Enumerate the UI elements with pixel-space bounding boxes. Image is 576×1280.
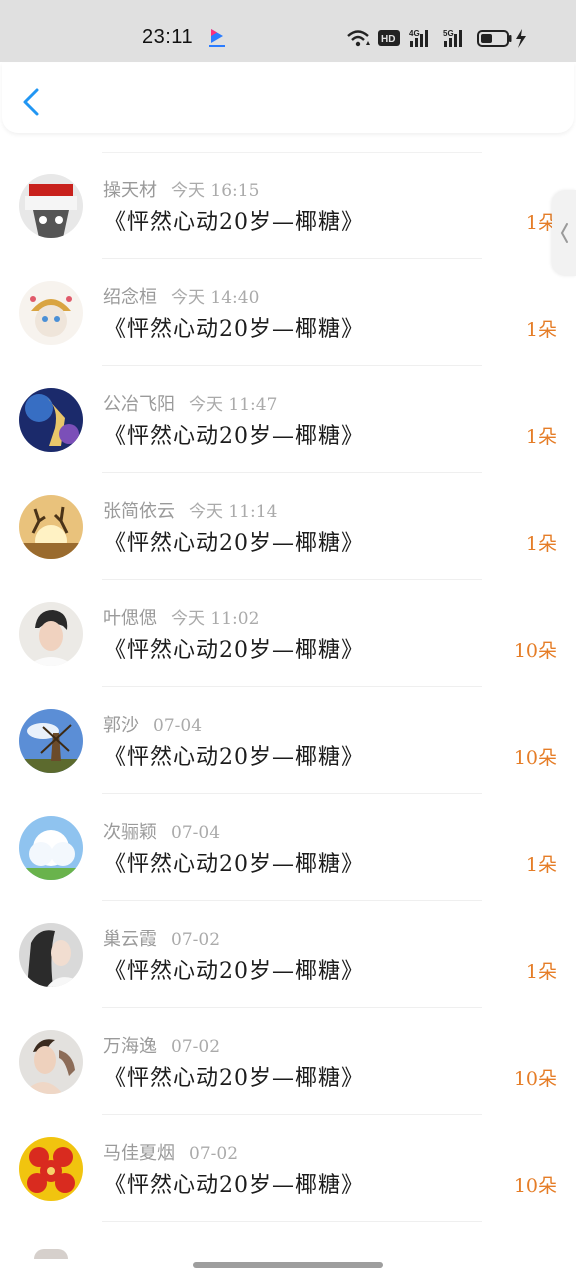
svg-text:4G: 4G [409,29,420,38]
sent-time: 今天 14:40 [171,288,260,308]
gift-amount: 10朵 [513,1175,557,1197]
sent-time: 今天 11:47 [189,395,278,415]
sender-line: 张简依云 今天 11:14 [103,497,278,522]
sender-line: 操天材 今天 16:15 [103,176,260,201]
avatar [19,709,83,773]
sent-time: 07-04 [153,716,203,736]
avatar [19,816,83,880]
gift-title: 《怦然心动20岁—椰糖》 [104,1173,364,1198]
chevron-left-icon[interactable] [16,85,48,119]
list-item[interactable]: 叶偲偲 今天 11:02 《怦然心动20岁—椰糖》 10朵 [0,580,576,687]
sender-line: 绍念桓 今天 14:40 [103,283,260,308]
sent-time: 07-02 [189,1144,239,1164]
gift-amount: 1朵 [525,319,557,341]
avatar [19,281,83,345]
sent-time: 07-04 [171,823,221,843]
sender-name: 张简依云 [103,501,175,522]
sender-name: 万海逸 [103,1036,157,1057]
gift-title: 《怦然心动20岁—椰糖》 [104,424,364,449]
sender-line: 公冶飞阳 今天 11:47 [103,390,278,415]
sent-time: 今天 16:15 [171,181,260,201]
sender-name: 绍念桓 [103,287,157,308]
svg-text:HD: HD [381,34,395,45]
avatar [19,602,83,666]
gift-title: 《怦然心动20岁—椰糖》 [104,745,364,770]
charging-icon [516,29,526,48]
battery-icon [477,30,512,47]
sender-name: 巢云霞 [103,929,157,950]
list-item[interactable]: 公冶飞阳 今天 11:47 《怦然心动20岁—椰糖》 1朵 [0,366,576,473]
gift-title: 《怦然心动20岁—椰糖》 [104,210,364,235]
hd-icon: HD [378,30,400,46]
gift-amount: 1朵 [525,533,557,555]
nav-bar [2,63,574,133]
youku-app-icon [209,29,225,47]
sender-line: 巢云霞 07-02 [103,925,221,950]
gift-title: 《怦然心动20岁—椰糖》 [104,317,364,342]
gift-amount: 1朵 [525,854,557,876]
gift-title: 《怦然心动20岁—椰糖》 [104,1066,364,1091]
gift-amount: 10朵 [513,1068,557,1090]
gift-amount: 10朵 [513,747,557,769]
sender-line: 万海逸 07-02 [103,1032,221,1057]
gift-title: 《怦然心动20岁—椰糖》 [104,531,364,556]
avatar [19,388,83,452]
list-item[interactable]: 绍念桓 今天 14:40 《怦然心动20岁—椰糖》 1朵 [0,259,576,366]
sender-name: 次骊颖 [103,822,157,843]
gift-amount: 1朵 [525,426,557,448]
avatar [19,1030,83,1094]
sent-time: 07-02 [171,1037,221,1057]
sender-name: 郭沙 [103,715,139,736]
sender-name: 操天材 [103,180,157,201]
gift-amount: 1朵 [525,961,557,983]
avatar [34,1249,68,1259]
list-item[interactable]: 巢云霞 07-02 《怦然心动20岁—椰糖》 1朵 [0,901,576,1008]
list-item[interactable]: 操天材 今天 16:15 《怦然心动20岁—椰糖》 1朵 [0,152,576,259]
list-item[interactable]: 张简依云 今天 11:14 《怦然心动20岁—椰糖》 1朵 [0,473,576,580]
sent-time: 今天 11:14 [189,502,278,522]
status-time: 23:11 [142,26,194,48]
status-icons: HD 4G 5G [347,29,526,48]
wifi-icon [347,30,370,47]
list-item[interactable]: 马佳夏烟 07-02 《怦然心动20岁—椰糖》 10朵 [0,1115,576,1222]
svg-text:5G: 5G [443,29,454,38]
sender-name: 马佳夏烟 [103,1143,175,1164]
4g-signal-icon: 4G [409,29,428,47]
avatar [19,1137,83,1201]
chevron-left-icon [560,223,568,243]
list-item[interactable]: 万海逸 07-02 《怦然心动20岁—椰糖》 10朵 [0,1008,576,1115]
sender-name: 公冶飞阳 [103,394,175,415]
sender-line: 马佳夏烟 07-02 [103,1139,239,1164]
avatar [19,495,83,559]
home-indicator[interactable] [193,1262,383,1268]
row-divider [102,1221,482,1222]
sender-line: 叶偲偲 今天 11:02 [103,604,260,629]
list-item[interactable]: 次骊颖 07-04 《怦然心动20岁—椰糖》 1朵 [0,794,576,901]
side-drawer-handle[interactable] [552,190,576,276]
status-bar: 23:11 HD 4G 5G [0,0,576,62]
gift-amount: 10朵 [513,640,557,662]
sender-name: 叶偲偲 [103,608,157,629]
sender-line: 次骊颖 07-04 [103,818,221,843]
list-item[interactable]: 郭沙 07-04 《怦然心动20岁—椰糖》 10朵 [0,687,576,794]
sender-line: 郭沙 07-04 [103,711,203,736]
sent-time: 07-02 [171,930,221,950]
gift-title: 《怦然心动20岁—椰糖》 [104,852,364,877]
gift-title: 《怦然心动20岁—椰糖》 [104,638,364,663]
5g-signal-icon: 5G [443,29,462,47]
avatar [19,923,83,987]
gift-title: 《怦然心动20岁—椰糖》 [104,959,364,984]
sent-time: 今天 11:02 [171,609,260,629]
avatar [19,174,83,238]
